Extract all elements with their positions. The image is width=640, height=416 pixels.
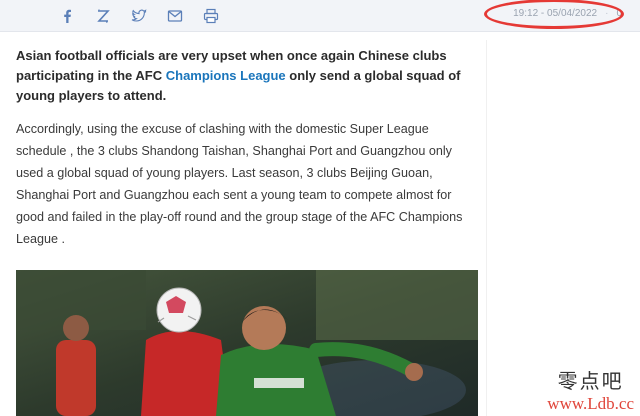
site-watermark: 零点吧 www.Ldb.cc <box>547 365 634 414</box>
zalo-share-button[interactable] <box>92 6 114 26</box>
article-paragraph: Accordingly, using the excuse of clashin… <box>16 122 463 246</box>
zalo-icon <box>97 9 110 23</box>
article-photo <box>16 270 478 416</box>
watermark-url: www.Ldb.cc <box>547 394 634 413</box>
facebook-share-button[interactable] <box>56 6 78 26</box>
champions-league-link[interactable]: Champions League <box>166 68 286 83</box>
print-button[interactable] <box>200 6 222 26</box>
article-body: Asian football officials are very upset … <box>16 46 478 250</box>
twitter-icon <box>131 9 147 22</box>
article-toolbar: 19:12 - 05/04/2022 · 0 <box>0 0 640 32</box>
print-icon <box>203 8 219 24</box>
share-bar <box>56 6 222 26</box>
article-lead: Asian football officials are very upset … <box>16 46 478 106</box>
highlight-ellipse <box>484 0 624 29</box>
email-share-button[interactable] <box>164 6 186 26</box>
facebook-icon <box>64 9 71 23</box>
right-sidebar <box>486 40 640 416</box>
twitter-share-button[interactable] <box>128 6 150 26</box>
email-icon <box>167 10 183 22</box>
watermark-chinese: 零点吧 <box>557 369 624 393</box>
football-match-image <box>16 270 478 416</box>
